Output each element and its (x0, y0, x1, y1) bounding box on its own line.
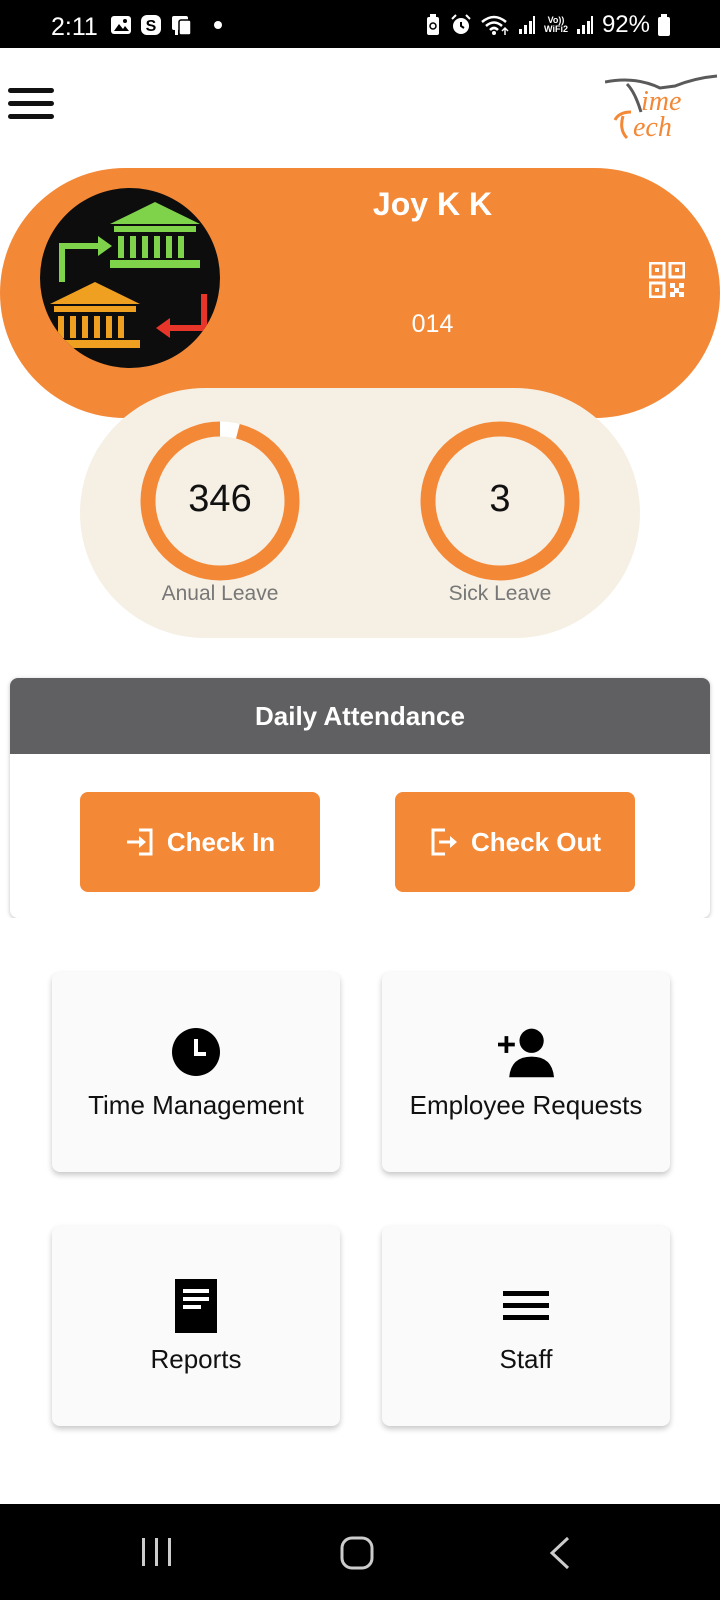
skype-icon: S (141, 15, 161, 35)
tile-label: Employee Requests (409, 1089, 643, 1120)
status-bar: 2:11 S Vo)) WiFi2 92% (0, 0, 720, 48)
wifi-calling-label: WiFi2 (544, 24, 568, 34)
battery-icon (658, 14, 670, 36)
annual-leave-value: 346 (188, 478, 252, 520)
daily-attendance-title: Daily Attendance (10, 678, 710, 754)
tile-reports[interactable]: Reports (52, 1226, 340, 1426)
check-in-button[interactable]: Check In (80, 792, 320, 892)
wifi-icon (481, 15, 509, 35)
hamburger-menu-icon[interactable] (8, 88, 54, 124)
status-time: 2:11 (51, 13, 98, 41)
system-navigation-bar (0, 1504, 720, 1600)
content-divider (0, 918, 720, 938)
tile-label: Reports (150, 1343, 242, 1374)
battery-percent: 92% (601, 11, 650, 38)
check-out-button[interactable]: Check Out (395, 792, 635, 892)
svg-text:S: S (146, 18, 157, 35)
timetech-logo: ime ech (604, 72, 720, 144)
signal-icon-2 (576, 16, 593, 34)
notification-icons: S (110, 14, 222, 36)
cast-icon (172, 16, 192, 36)
alarm-icon (451, 14, 471, 34)
add-person-icon (498, 1024, 554, 1080)
tile-label: Time Management (88, 1089, 304, 1120)
login-icon (126, 828, 153, 856)
avatar[interactable] (40, 188, 220, 368)
sick-leave-label: Sick Leave (448, 582, 552, 605)
more-notifications-dot (214, 21, 222, 29)
check-in-label: Check In (166, 826, 276, 857)
annual-leave-label: Anual Leave (161, 582, 279, 605)
employee-id: 014 (411, 310, 454, 338)
system-icons: Vo)) WiFi2 92% (424, 11, 670, 38)
user-name: Joy K K (372, 186, 493, 222)
tile-staff[interactable]: Staff (382, 1226, 670, 1426)
battery-saver-icon (427, 14, 440, 35)
logo-line2: ech (633, 112, 672, 143)
tile-time-management[interactable]: Time Management (52, 972, 340, 1172)
gallery-icon (111, 16, 131, 34)
sick-leave-value: 3 (489, 478, 511, 520)
logout-icon (431, 828, 457, 856)
document-icon (168, 1278, 224, 1334)
back-icon[interactable] (548, 1536, 572, 1570)
qr-code-icon[interactable] (648, 261, 686, 299)
check-out-label: Check Out (470, 826, 602, 857)
volte-indicator: Vo)) WiFi2 (544, 16, 568, 34)
daily-attendance-card: Daily Attendance Check In Check Out (10, 678, 710, 918)
recent-apps-icon[interactable] (140, 1536, 174, 1568)
tile-employee-requests[interactable]: Employee Requests (382, 972, 670, 1172)
list-icon (498, 1278, 554, 1334)
signal-icon-1 (519, 16, 536, 34)
home-icon[interactable] (340, 1536, 374, 1570)
clock-icon (168, 1024, 224, 1080)
tile-label: Staff (499, 1343, 553, 1374)
